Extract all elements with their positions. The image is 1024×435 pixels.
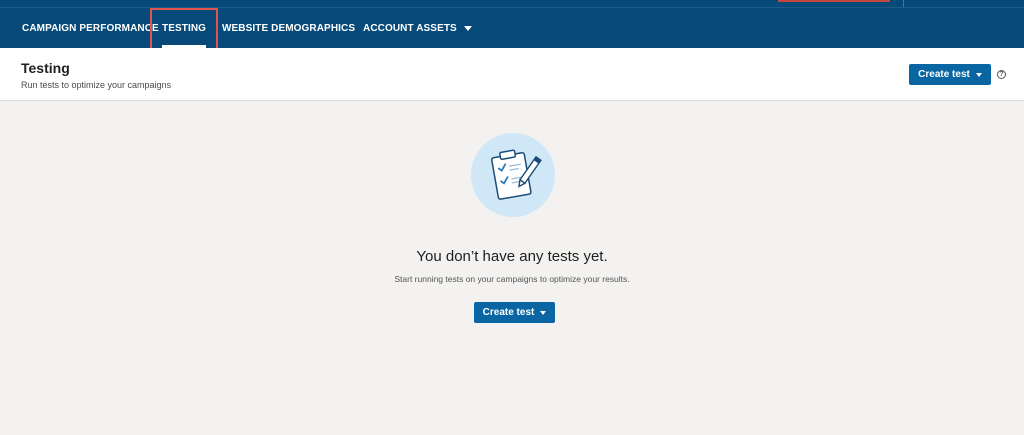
nav-campaign-performance-label: CAMPAIGN PERFORMANCE [22,22,159,34]
caret-down-icon [975,72,982,77]
top-nav-bar: CAMPAIGN PERFORMANCE TESTING WEBSITE DEM… [0,0,1024,48]
nav-testing-label: TESTING [162,22,207,34]
nav-account-assets-label: ACCOUNT ASSETS [363,22,457,34]
top-strip-accent [778,0,890,2]
nav-testing[interactable]: TESTING [162,8,207,48]
page-header: Testing Run tests to optimize your campa… [0,48,1024,101]
page-title: Testing [21,60,70,76]
page-subtitle: Run tests to optimize your campaigns [21,80,172,90]
empty-state-create-test-button[interactable]: Create test [474,302,555,323]
caret-down-icon [540,310,547,315]
main-content: You don’t have any tests yet. Start runn… [0,101,1024,435]
empty-state-create-test-label: Create test [482,307,535,318]
top-strip-separator [903,0,904,7]
empty-state-subtitle: Start running tests on your campaigns to… [394,274,630,284]
nav-website-demographics-label: WEBSITE DEMOGRAPHICS [222,22,356,34]
nav-website-demographics[interactable]: WEBSITE DEMOGRAPHICS [222,8,355,48]
nav-campaign-performance[interactable]: CAMPAIGN PERFORMANCE [22,8,159,48]
chevron-down-icon [463,25,472,31]
empty-state-title: You don’t have any tests yet. [416,248,608,265]
create-test-button[interactable]: Create test [909,64,991,85]
question-circle-icon[interactable]: ? [997,70,1006,79]
clipboard-checklist-pencil-icon [471,133,555,217]
nav-account-assets[interactable]: ACCOUNT ASSETS [363,8,472,48]
create-test-button-label: Create test [918,69,970,80]
